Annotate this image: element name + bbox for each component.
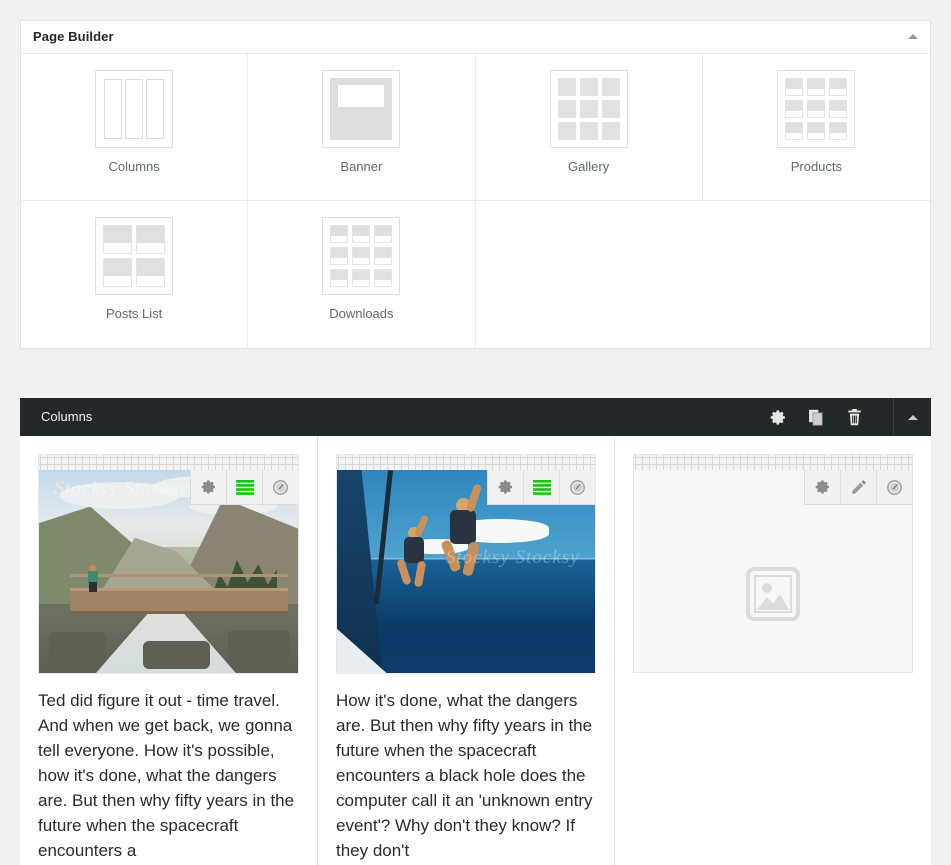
module-label: Gallery [568,159,610,174]
row-settings-button[interactable] [759,398,797,436]
triangle-up-icon[interactable] [908,34,918,39]
gauge-icon [886,479,903,495]
module-lines-button[interactable] [226,470,262,505]
page-builder-panel: Page Builder Columns Banner Gallery Prod… [20,20,931,349]
columns-icon [95,70,174,148]
column-1: Stocksy Stocksy Stocksy Ted did figure i… [20,436,318,865]
module-tile-downloads[interactable]: Downloads [248,201,476,348]
module-label: Downloads [329,306,394,321]
module-gauge-button[interactable] [559,470,595,505]
gear-icon [815,480,829,494]
page-title: Page Builder [33,29,114,44]
trash-icon [847,408,861,425]
module-toolbar-2 [487,470,595,505]
module-tile-posts-list[interactable]: Posts List [21,201,249,348]
drag-handle[interactable] [633,454,913,470]
module-toolbar-3 [804,470,912,505]
module-grid: Columns Banner Gallery Products Posts Li… [21,54,930,348]
downloads-grid-icon [322,217,401,295]
column-1-media-wrap: Stocksy Stocksy Stocksy [20,436,317,674]
image-module[interactable]: Stocksy Stocksy Stocksy [38,470,299,674]
image-placeholder-module[interactable] [633,470,913,673]
module-tile-columns[interactable]: Columns [21,54,249,201]
page-builder-header: Page Builder [21,21,930,54]
columns-container: Stocksy Stocksy Stocksy Ted did figure i… [20,436,931,865]
watermark-text: Stocksy Stocksy [445,547,580,569]
module-grid-empty-cell [703,201,930,348]
lines-icon [235,479,254,495]
module-settings-button[interactable] [487,470,523,505]
module-tile-gallery[interactable]: Gallery [475,54,703,201]
products-grid-icon [777,70,856,148]
surfer-figure [396,514,438,595]
module-edit-button[interactable] [840,470,876,505]
module-label: Banner [340,159,383,174]
row-delete-button[interactable] [835,398,873,436]
gauge-icon [569,479,586,495]
row-collapse-button[interactable] [893,398,931,436]
module-gauge-button[interactable] [876,470,912,505]
row-duplicate-button[interactable] [797,398,835,436]
column-2: Stocksy Stocksy How it's done, what the … [318,436,615,865]
page-root: Page Builder Columns Banner Gallery Prod… [0,0,951,865]
image-placeholder-icon [746,567,800,626]
module-gauge-button[interactable] [262,470,298,505]
lines-icon [532,479,551,495]
module-label: Columns [108,159,160,174]
column-2-media-wrap: Stocksy Stocksy [318,436,614,674]
column-2-text[interactable]: How it's done, what the dangers are. But… [318,674,614,863]
drag-handle[interactable] [38,454,299,470]
gallery-grid-icon [549,70,628,148]
drag-handle[interactable] [336,454,596,470]
column-1-text[interactable]: Ted did figure it out - time travel. And… [20,674,317,863]
pencil-icon [851,480,866,494]
module-settings-button[interactable] [804,470,840,505]
module-grid-empty-cell [476,201,703,348]
module-settings-button[interactable] [190,470,226,505]
gear-icon [770,409,785,425]
module-label: Posts List [105,306,163,321]
gear-icon [201,480,215,494]
column-3-media-wrap [615,436,931,673]
gauge-icon [272,479,289,495]
column-3 [615,436,931,865]
module-toolbar-1 [190,470,298,505]
module-tile-products[interactable]: Products [702,54,930,201]
module-tile-banner[interactable]: Banner [248,54,476,201]
module-label: Products [790,159,843,174]
triangle-up-icon [907,414,918,420]
copy-icon [809,409,823,426]
banner-icon [322,70,401,148]
row-toolbar: Columns [20,398,931,436]
row-title: Columns [41,409,93,424]
gear-icon [498,480,512,494]
module-lines-button[interactable] [523,470,559,505]
row-action-group [759,398,873,436]
image-module[interactable]: Stocksy Stocksy [336,470,596,674]
column-3-text[interactable] [615,673,931,687]
posts-list-icon [95,217,174,295]
